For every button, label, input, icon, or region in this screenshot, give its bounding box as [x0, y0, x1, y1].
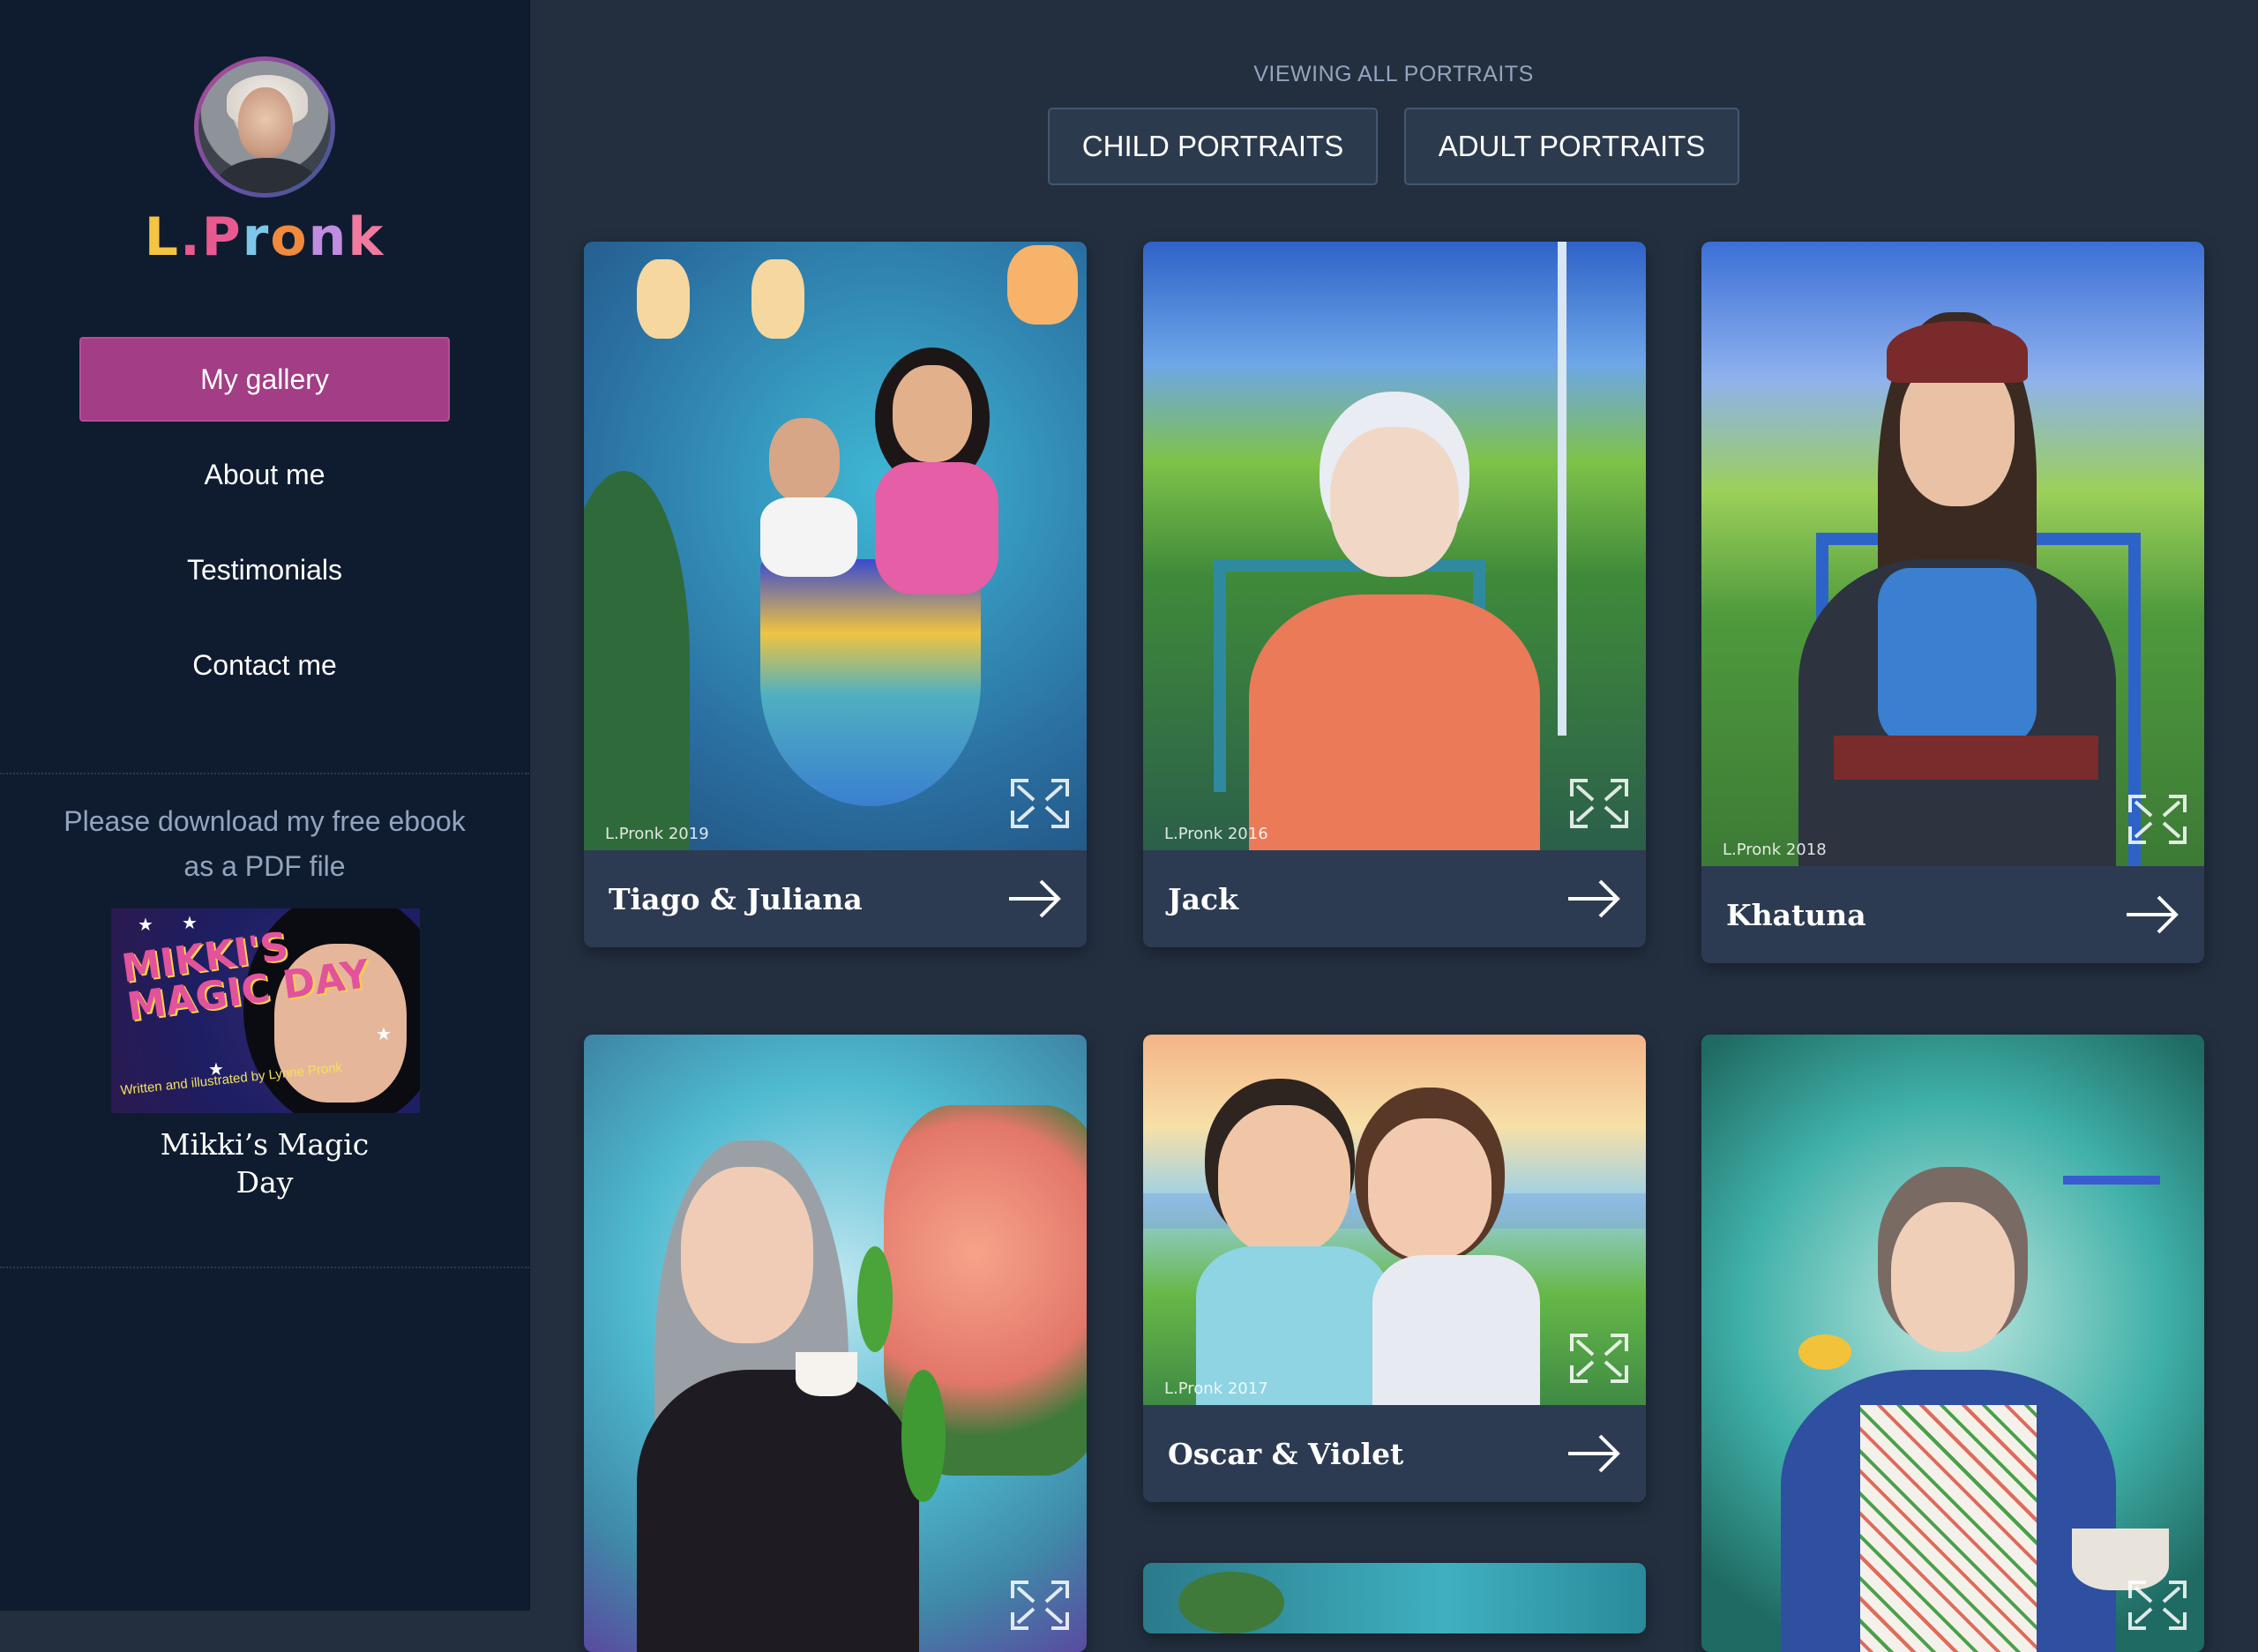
portrait-card[interactable]: L.Pronk 2016 Jack: [1143, 242, 1646, 947]
nav-item-testimonials[interactable]: Testimonials: [79, 527, 450, 612]
arrow-right-icon[interactable]: [1007, 878, 1062, 919]
main-nav: My gallery About me Testimonials Contact…: [0, 337, 529, 718]
nav-item-about-me[interactable]: About me: [79, 432, 450, 517]
portrait-image[interactable]: [1701, 1035, 2204, 1652]
portrait-image[interactable]: L.Pronk 2019: [584, 242, 1087, 850]
arrow-right-icon[interactable]: [1566, 878, 1621, 919]
signature: L.Pronk 2019: [605, 825, 709, 843]
card-caption[interactable]: Jack: [1143, 850, 1646, 947]
viewing-label: VIEWING ALL PORTRAITS: [1253, 62, 1534, 86]
card-title: Khatuna: [1726, 897, 1866, 932]
divider: [0, 773, 529, 774]
ebook-link[interactable]: Mikki’s Magic Day: [0, 1125, 529, 1201]
divider: [0, 1267, 529, 1268]
signature: L.Pronk 2018: [1723, 841, 1827, 859]
expand-icon[interactable]: [1568, 777, 1630, 834]
card-caption[interactable]: Khatuna: [1701, 866, 2204, 963]
expand-icon[interactable]: [1009, 1579, 1071, 1636]
expand-icon[interactable]: [1568, 1332, 1630, 1389]
card-title: Tiago & Juliana: [609, 881, 863, 916]
portrait-card[interactable]: L.Pronk 2018 Khatuna: [1701, 242, 2204, 963]
portrait-card[interactable]: [584, 1035, 1087, 1652]
portrait-image[interactable]: [584, 1035, 1087, 1652]
nav-item-contact-me[interactable]: Contact me: [79, 623, 450, 707]
portrait-image[interactable]: [1143, 1563, 1646, 1633]
signature: L.Pronk 2016: [1164, 825, 1268, 843]
portrait-card[interactable]: [1143, 1563, 1646, 1633]
arrow-right-icon[interactable]: [1566, 1433, 1621, 1474]
adult-portraits-button[interactable]: ADULT PORTRAITS: [1404, 108, 1739, 185]
arrow-right-icon[interactable]: [2125, 894, 2179, 935]
child-portraits-button[interactable]: CHILD PORTRAITS: [1048, 108, 1378, 185]
portrait-card[interactable]: L.Pronk 2017 Oscar & Violet: [1143, 1035, 1646, 1502]
ebook-prompt: Please download my free ebook as a PDF f…: [64, 805, 466, 882]
sidebar: L.Pronk My gallery About me Testimonials…: [0, 0, 530, 1611]
card-caption[interactable]: Tiago & Juliana: [584, 850, 1087, 947]
portrait-image[interactable]: L.Pronk 2016: [1143, 242, 1646, 850]
card-caption[interactable]: Oscar & Violet: [1143, 1405, 1646, 1502]
card-title: Jack: [1168, 881, 1238, 916]
portrait-image[interactable]: L.Pronk 2018: [1701, 242, 2204, 866]
nav-item-my-gallery[interactable]: My gallery: [79, 337, 450, 422]
signature: L.Pronk 2017: [1164, 1379, 1268, 1398]
expand-icon[interactable]: [2127, 1579, 2188, 1636]
ebook-cover-image[interactable]: ★ ★ ★ ★ MIKKI'S MAGIC DAY Written and il…: [111, 908, 420, 1113]
portrait-card[interactable]: [1701, 1035, 2204, 1652]
site-logo[interactable]: L.Pronk: [0, 206, 529, 268]
avatar[interactable]: [194, 56, 335, 198]
expand-icon[interactable]: [1009, 777, 1071, 834]
expand-icon[interactable]: [2127, 793, 2188, 850]
portrait-image[interactable]: L.Pronk 2017: [1143, 1035, 1646, 1405]
card-title: Oscar & Violet: [1168, 1436, 1404, 1471]
portrait-card[interactable]: L.Pronk 2019 Tiago & Juliana: [584, 242, 1087, 947]
